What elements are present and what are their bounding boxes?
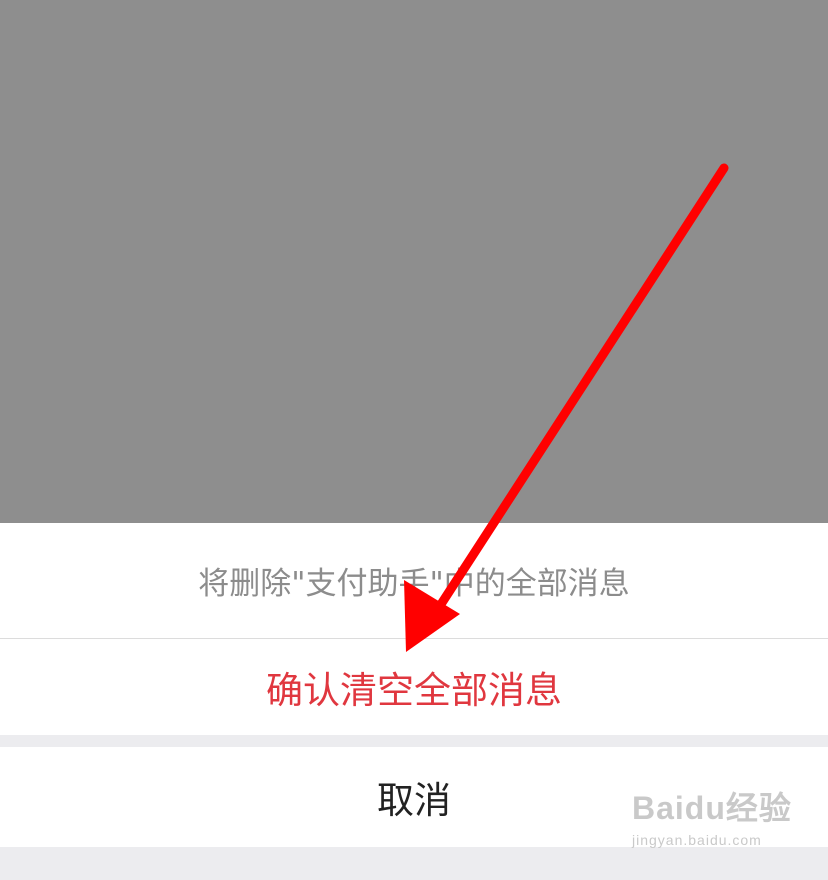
watermark-url: jingyan.baidu.com bbox=[632, 832, 762, 848]
dimmed-overlay[interactable] bbox=[0, 0, 828, 523]
watermark-brand: Baidu经验 bbox=[632, 790, 792, 826]
confirm-clear-all-button[interactable]: 确认清空全部消息 bbox=[0, 639, 828, 735]
action-sheet-message: 将删除"支付助手"中的全部消息 bbox=[0, 523, 828, 638]
baidu-watermark: Baidu经验 jingyan.baidu.com bbox=[632, 790, 812, 870]
